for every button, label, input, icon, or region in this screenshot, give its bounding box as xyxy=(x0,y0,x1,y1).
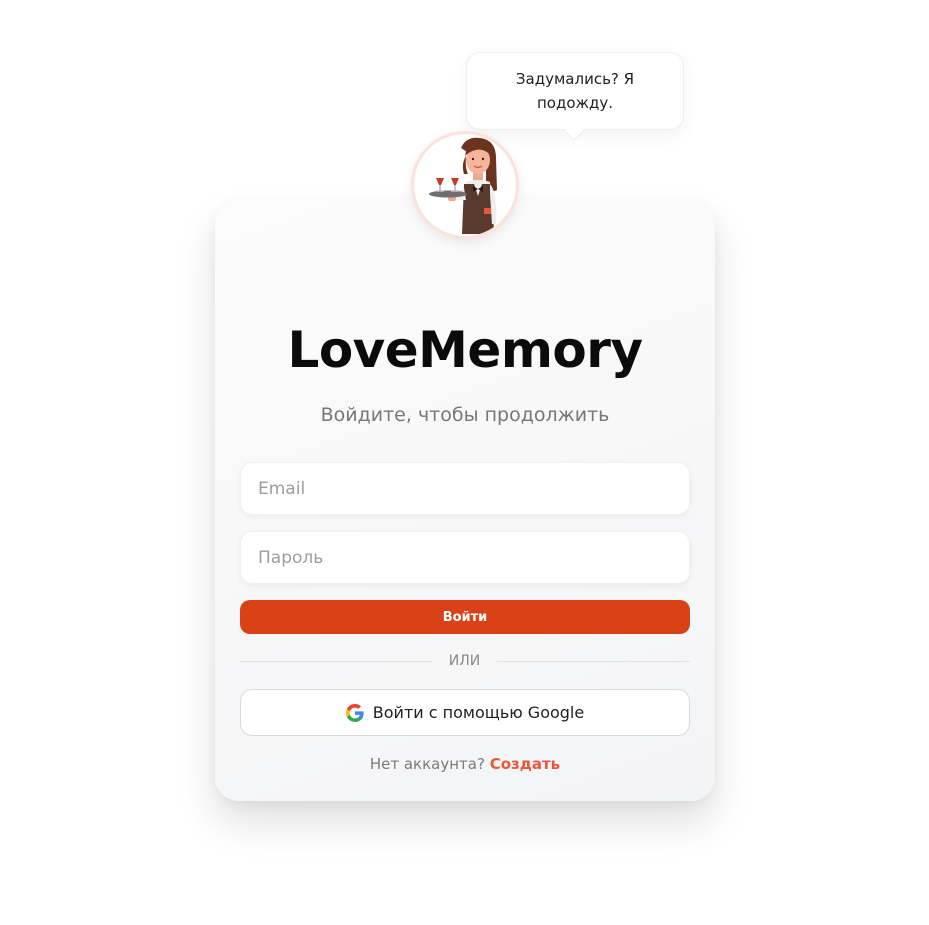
login-subtitle: Войдите, чтобы продолжить xyxy=(320,404,610,426)
divider-right xyxy=(497,661,690,662)
login-page: Задумались? Я подожду. LoveMemory Войдит… xyxy=(0,0,929,925)
divider-left xyxy=(240,661,432,662)
signup-link[interactable]: Создать xyxy=(490,755,560,773)
waitress-illustration-icon xyxy=(411,131,519,239)
speech-bubble-text: Задумались? Я подожду. xyxy=(515,70,635,112)
google-icon xyxy=(345,703,364,722)
signup-prompt: Нет аккаунта? Создать xyxy=(215,753,715,775)
google-login-button[interactable]: Войти с помощью Google xyxy=(240,689,690,736)
divider-text: ИЛИ xyxy=(448,653,481,669)
google-login-label: Войти с помощью Google xyxy=(372,703,585,722)
password-field[interactable] xyxy=(240,531,690,584)
speech-bubble: Задумались? Я подожду. xyxy=(466,52,684,130)
email-field[interactable] xyxy=(240,462,690,515)
signup-prompt-text: Нет аккаунта? xyxy=(369,755,485,773)
app-title: LoveMemory xyxy=(287,321,643,379)
login-button[interactable]: Войти xyxy=(240,600,690,634)
